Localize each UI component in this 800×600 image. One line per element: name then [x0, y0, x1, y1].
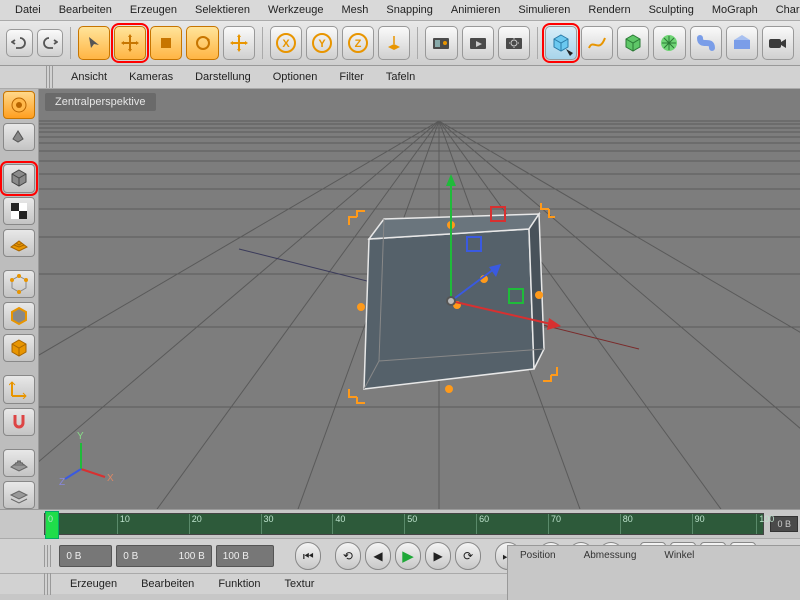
z-axis-toggle[interactable]: Z	[342, 26, 374, 60]
timeline[interactable]: 0 10 20 30 40 50 60 70 80 90 100 0 B	[0, 509, 800, 538]
viewport-label: Zentralperspektive	[45, 93, 156, 111]
vmenu-darstellung[interactable]: Darstellung	[186, 69, 260, 85]
viewport-canvas: X Y Z	[39, 89, 800, 509]
rotate-tool[interactable]	[186, 26, 218, 60]
polygons-mode-button[interactable]	[3, 334, 35, 362]
range-field[interactable]: 0 B100 B	[116, 545, 211, 567]
add-environment-button[interactable]	[726, 26, 758, 60]
prev-frame-button[interactable]: ◀	[365, 542, 391, 570]
grip-icon[interactable]	[46, 66, 54, 88]
snap-button[interactable]	[3, 408, 35, 436]
move-tool[interactable]	[114, 26, 146, 60]
end-frame-field[interactable]: 100 B	[216, 545, 274, 567]
texture-mode-button[interactable]	[3, 197, 35, 225]
y-axis-toggle[interactable]: Y	[306, 26, 338, 60]
select-tool[interactable]	[78, 26, 110, 60]
live-select-button[interactable]	[3, 91, 35, 119]
svg-text:Y: Y	[318, 38, 326, 50]
workplane-button[interactable]	[3, 229, 35, 257]
ctx-bearbeiten[interactable]: Bearbeiten	[131, 576, 204, 592]
edges-mode-button[interactable]	[3, 302, 35, 330]
menu-selektieren[interactable]: Selektieren	[186, 2, 259, 18]
main-menu: Datei Bearbeiten Erzeugen Selektieren We…	[0, 0, 800, 21]
menu-animieren[interactable]: Animieren	[442, 2, 510, 18]
menu-sculpting[interactable]: Sculpting	[640, 2, 703, 18]
axis-mode-button[interactable]	[3, 375, 35, 403]
add-generator-button[interactable]	[653, 26, 685, 60]
svg-text:Y: Y	[77, 431, 84, 442]
menu-simulieren[interactable]: Simulieren	[509, 2, 579, 18]
undo-button[interactable]	[6, 29, 33, 57]
render-view-button[interactable]	[425, 26, 457, 60]
svg-text:X: X	[282, 38, 290, 50]
model-mode-button[interactable]	[3, 164, 35, 192]
points-mode-button[interactable]	[3, 270, 35, 298]
viewport-menu: Ansicht Kameras Darstellung Optionen Fil…	[0, 66, 800, 89]
ctx-textur[interactable]: Textur	[275, 576, 325, 592]
lastused-tool[interactable]	[223, 26, 255, 60]
ctx-funktion[interactable]: Funktion	[208, 576, 270, 592]
x-axis-toggle[interactable]: X	[270, 26, 302, 60]
prev-key-button[interactable]: ⟲	[335, 542, 361, 570]
left-toolbar	[0, 89, 39, 509]
vmenu-kameras[interactable]: Kameras	[120, 69, 182, 85]
viewport-solo-button[interactable]	[3, 449, 35, 477]
render-settings-button[interactable]	[498, 26, 530, 60]
menu-rendern[interactable]: Rendern	[579, 2, 639, 18]
make-editable-button[interactable]	[3, 123, 35, 151]
coord-system-button[interactable]	[378, 26, 410, 60]
col-winkel: Winkel	[664, 550, 694, 561]
menu-erzeugen[interactable]: Erzeugen	[121, 2, 186, 18]
menu-datei[interactable]: Datei	[6, 2, 50, 18]
main-toolbar: X Y Z	[0, 21, 800, 66]
vmenu-filter[interactable]: Filter	[330, 69, 372, 85]
goto-start-button[interactable]: ⏮	[295, 542, 321, 570]
col-abmessung: Abmessung	[584, 550, 637, 561]
timeline-end-label: 0 B	[770, 516, 798, 532]
timeline-ruler[interactable]: 0 10 20 30 40 50 60 70 80 90 100	[44, 513, 764, 535]
menu-mesh[interactable]: Mesh	[332, 2, 377, 18]
current-frame-field[interactable]: 0 B	[59, 545, 112, 567]
grip-icon[interactable]	[44, 573, 52, 595]
menu-charakter[interactable]: Charakt	[767, 2, 800, 18]
add-cube-button[interactable]	[545, 26, 577, 60]
grip-icon[interactable]	[44, 545, 51, 567]
menu-werkzeuge[interactable]: Werkzeuge	[259, 2, 332, 18]
menu-bearbeiten[interactable]: Bearbeiten	[50, 2, 121, 18]
add-camera-button[interactable]	[762, 26, 794, 60]
svg-text:X: X	[107, 473, 114, 484]
add-deformer-button[interactable]	[690, 26, 722, 60]
svg-text:Z: Z	[355, 38, 362, 50]
vmenu-optionen[interactable]: Optionen	[264, 69, 327, 85]
main-area: Zentralperspektive	[0, 89, 800, 509]
next-frame-button[interactable]: ▶	[425, 542, 451, 570]
redo-button[interactable]	[37, 29, 64, 57]
menu-mograph[interactable]: MoGraph	[703, 2, 767, 18]
next-key-button[interactable]: ⟳	[455, 542, 481, 570]
scale-tool[interactable]	[150, 26, 182, 60]
render-pv-button[interactable]	[462, 26, 494, 60]
svg-text:Z: Z	[59, 477, 65, 488]
play-button[interactable]: ▶	[395, 542, 421, 570]
col-position: Position	[520, 550, 556, 561]
add-nurbs-button[interactable]	[617, 26, 649, 60]
ctx-erzeugen[interactable]: Erzeugen	[60, 576, 127, 592]
viewport-layer-button[interactable]	[3, 481, 35, 509]
menu-snapping[interactable]: Snapping	[377, 2, 442, 18]
add-spline-button[interactable]	[581, 26, 613, 60]
coordinates-panel: Position Abmessung Winkel	[507, 545, 800, 600]
vmenu-ansicht[interactable]: Ansicht	[62, 69, 116, 85]
viewport[interactable]: Zentralperspektive	[39, 89, 800, 509]
vmenu-tafeln[interactable]: Tafeln	[377, 69, 424, 85]
